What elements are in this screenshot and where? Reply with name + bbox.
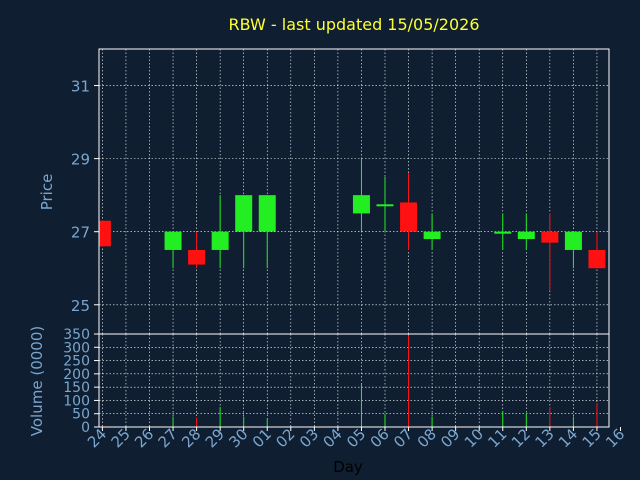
chart-title: RBW - last updated 15/05/2026: [228, 15, 479, 34]
x-tick-label: 03: [296, 425, 322, 451]
candle-body: [517, 231, 535, 239]
price-axis-label: Price: [38, 174, 56, 211]
x-tick-label: 10: [461, 425, 487, 451]
candle-body: [588, 249, 606, 269]
price-panel: 25 27 29 31: [71, 48, 610, 335]
volume-axis-label: Volume (0000): [28, 326, 46, 436]
x-tick-label: 08: [414, 425, 440, 451]
x-tick-label: 25: [108, 425, 134, 451]
x-axis-label: Day: [333, 458, 363, 476]
price-tick-label: 27: [71, 224, 90, 242]
x-tick-label: 06: [367, 425, 393, 451]
price-plot-frame: [98, 48, 610, 335]
x-tick-label: 09: [437, 425, 463, 451]
candle-body: [235, 195, 253, 232]
x-tick-label: 11: [484, 425, 510, 451]
volume-tick-label: 350: [63, 327, 90, 343]
stock-chart: RBW - last updated 15/05/2026 25 27 29 31 0…: [28, 15, 628, 476]
price-tick-label: 29: [71, 151, 90, 169]
x-tick-label: 04: [319, 425, 345, 451]
x-tick-label: 26: [131, 425, 157, 451]
candle-body: [188, 249, 206, 265]
candle-body: [352, 195, 370, 214]
candle-body: [376, 204, 394, 207]
x-tick-label: 29: [202, 425, 228, 451]
candle-body: [211, 231, 229, 250]
x-tick-label: 01: [249, 425, 275, 451]
volume-panel: 0501001502002503003502425262728293001020…: [63, 327, 628, 451]
candle-body: [423, 231, 441, 239]
x-tick-label: 15: [579, 425, 605, 451]
price-tick-label: 25: [71, 297, 90, 315]
x-tick-label: 05: [343, 425, 369, 451]
candle-body: [541, 231, 559, 243]
x-tick-label: 07: [390, 425, 416, 451]
candle-body: [99, 220, 111, 247]
x-tick-label: 12: [508, 425, 534, 451]
x-tick-label: 27: [155, 425, 181, 451]
candle-body: [564, 231, 582, 250]
price-tick-label: 31: [71, 78, 90, 96]
volume-plot-frame: [98, 333, 610, 428]
x-tick-label: 14: [555, 425, 581, 451]
x-tick-label: 02: [272, 425, 298, 451]
x-tick-label: 28: [178, 425, 204, 451]
x-tick-label: 13: [531, 425, 557, 451]
candle-body: [164, 231, 182, 250]
candle-body: [258, 195, 276, 232]
x-tick-label: 16: [602, 425, 628, 451]
candle-body: [494, 231, 512, 234]
x-tick-label: 30: [225, 425, 251, 451]
candle-body: [400, 202, 418, 232]
